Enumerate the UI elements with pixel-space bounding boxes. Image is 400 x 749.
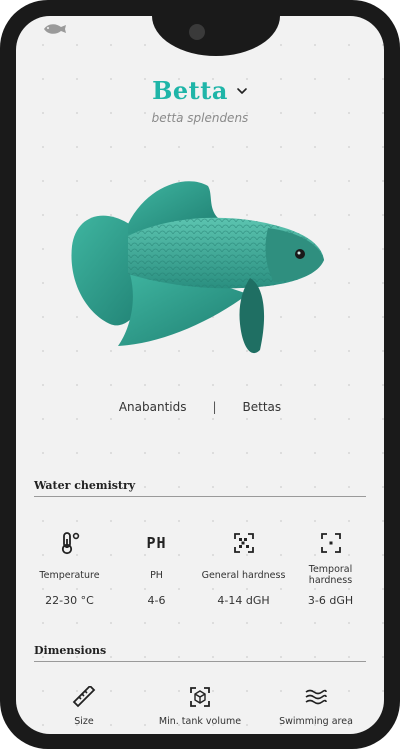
water-chemistry-divider [34,496,366,497]
ph-stat: PH PH 4-6 [113,530,200,607]
general-hardness-icon [233,533,254,553]
tank-volume-stat: Min. tank volume [142,686,258,727]
tank-volume-label: Min. tank volume [158,716,242,727]
ph-value: 4-6 [147,594,166,607]
tank-volume-icon [190,687,210,707]
display-notch [152,16,280,56]
thermometer-icon [61,532,79,555]
temporal-hardness-label: Temporal hardness [308,564,353,586]
classification-separator: | [212,400,217,414]
dimensions-title: Dimensions [34,644,107,657]
ruler-icon [72,684,96,708]
family-label: Anabantids [118,400,187,414]
temporal-hardness-stat: Temporal hardness 3-6 dGH [287,530,374,607]
species-selector[interactable]: Betta [16,76,384,105]
general-hardness-value: 4-14 dGH [217,594,270,607]
waves-icon [305,689,327,705]
screen: Betta betta splendens Anabantids | Betta… [16,16,384,734]
general-hardness-label: General hardness [201,569,286,581]
classification-row: Anabantids | Bettas [16,400,384,414]
phone-frame: Betta betta splendens Anabantids | Betta… [0,0,400,749]
scientific-name: betta splendens [151,111,249,125]
chevron-down-icon[interactable] [236,85,248,97]
size-label: Size [74,716,94,727]
temperature-stat: Temperature 22-30 °C [26,530,113,607]
general-hardness-stat: General hardness 4-14 dGH [200,530,287,607]
front-camera [189,24,205,40]
dimensions-grid: Size Min. tank volume Swimming area [26,684,374,727]
species-name[interactable]: Betta [152,76,228,105]
water-chemistry-title: Water chemistry [34,479,136,492]
size-stat: Size [26,684,142,727]
betta-fish-image [71,181,324,354]
swimming-area-label: Swimming area [279,716,353,727]
ph-label: PH [150,569,163,581]
swimming-area-stat: Swimming area [258,686,374,727]
species-header: Betta betta splendens [16,76,384,125]
temporal-hardness-value: 3-6 dGH [307,594,354,607]
temporal-hardness-icon [320,533,341,553]
ph-icon: PH [146,534,167,552]
temperature-label: Temperature [39,569,100,581]
app-fish-icon[interactable] [42,22,68,36]
water-chemistry-grid: Temperature 22-30 °C PH PH 4-6 General h… [26,530,374,607]
dimensions-divider [34,661,366,662]
group-label: Bettas [242,400,282,414]
temperature-value: 22-30 °C [45,594,94,607]
